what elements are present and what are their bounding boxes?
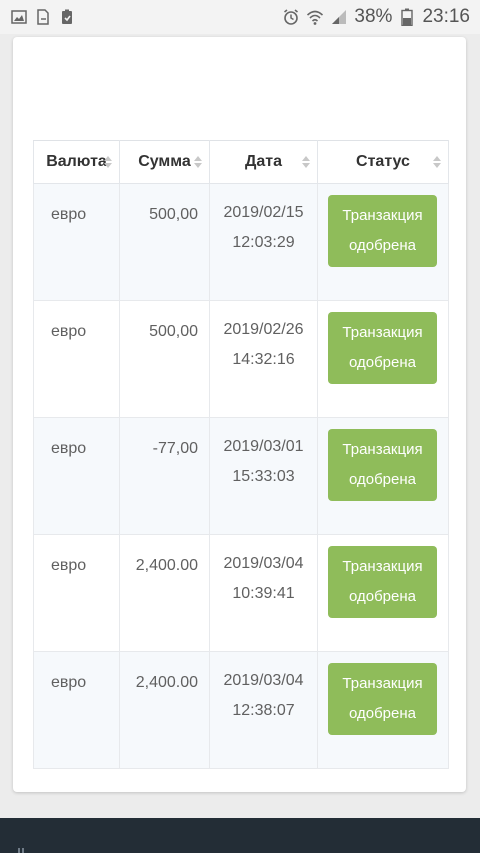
transactions-card: Валюта Сумма Дата Статус евро 500,00 201…: [13, 37, 466, 792]
sort-icon: [194, 156, 202, 168]
column-header-status[interactable]: Статус: [317, 140, 449, 184]
file-icon: [34, 8, 52, 26]
status-badge-line: одобрена: [348, 588, 416, 605]
currency-cell: евро: [33, 651, 120, 769]
time-value: 10:39:41: [232, 585, 295, 602]
currency-cell: евро: [33, 300, 120, 418]
footer-bar: [0, 818, 480, 853]
date-cell: 2019/02/15 12:03:29: [209, 183, 318, 301]
battery-icon: [398, 8, 416, 26]
status-bar: 38% 23:16: [0, 0, 480, 34]
table-row: евро 2,400.00 2019/03/04 10:39:41 Транза…: [33, 534, 449, 652]
status-badge-line: одобрена: [348, 705, 416, 722]
sort-icon: [104, 156, 112, 168]
transactions-table: Валюта Сумма Дата Статус евро 500,00 201…: [33, 140, 449, 769]
time-value: 14:32:16: [232, 351, 295, 368]
time-value: 15:33:03: [232, 468, 295, 485]
status-badge: Транзакция одобрена: [328, 546, 437, 618]
image-icon: [10, 8, 28, 26]
status-badge-line: Транзакция: [342, 558, 423, 575]
currency-cell: евро: [33, 417, 120, 535]
date-value: 2019/02/15: [223, 204, 304, 221]
status-cell: Транзакция одобрена: [317, 300, 449, 418]
system-icons: 38% 23:16: [282, 6, 470, 28]
clock-time: 23:16: [422, 6, 470, 27]
column-header-label: Статус: [356, 153, 410, 170]
status-cell: Транзакция одобрена: [317, 417, 449, 535]
currency-cell: евро: [33, 183, 120, 301]
date-cell: 2019/02/26 14:32:16: [209, 300, 318, 418]
date-cell: 2019/03/04 12:38:07: [209, 651, 318, 769]
amount-cell: -77,00: [119, 417, 210, 535]
table-header-row: Валюта Сумма Дата Статус: [33, 140, 449, 184]
amount-cell: 2,400.00: [119, 651, 210, 769]
status-badge-line: одобрена: [348, 471, 416, 488]
currency-cell: евро: [33, 534, 120, 652]
signal-icon: [330, 8, 348, 26]
column-header-amount[interactable]: Сумма: [119, 140, 210, 184]
amount-cell: 500,00: [119, 183, 210, 301]
status-badge: Транзакция одобрена: [328, 312, 437, 384]
table-row: евро 500,00 2019/02/15 12:03:29 Транзакц…: [33, 183, 449, 301]
table-row: евро 500,00 2019/02/26 14:32:16 Транзакц…: [33, 300, 449, 418]
date-value: 2019/03/04: [223, 555, 304, 572]
amount-cell: 500,00: [119, 300, 210, 418]
wifi-icon: [306, 8, 324, 26]
table-row: евро 2,400.00 2019/03/04 12:38:07 Транза…: [33, 651, 449, 769]
alarm-icon: [282, 8, 300, 26]
status-badge: Транзакция одобрена: [328, 195, 437, 267]
status-badge-line: одобрена: [348, 354, 416, 371]
battery-percent: 38%: [354, 6, 393, 27]
status-badge-line: Транзакция: [342, 675, 423, 692]
status-badge-line: одобрена: [348, 237, 416, 254]
time-value: 12:03:29: [232, 234, 295, 251]
status-cell: Транзакция одобрена: [317, 183, 449, 301]
footer-partial-icon: [18, 848, 24, 853]
status-badge-line: Транзакция: [342, 441, 423, 458]
status-badge: Транзакция одобрена: [328, 429, 437, 501]
date-value: 2019/02/26: [223, 321, 304, 338]
date-cell: 2019/03/04 10:39:41: [209, 534, 318, 652]
column-header-label: Сумма: [138, 153, 191, 170]
date-cell: 2019/03/01 15:33:03: [209, 417, 318, 535]
clipboard-icon: [58, 8, 76, 26]
time-value: 12:38:07: [232, 702, 295, 719]
column-header-date[interactable]: Дата: [209, 140, 318, 184]
sort-icon: [433, 156, 441, 168]
notification-icons: [10, 8, 76, 26]
column-header-currency[interactable]: Валюта: [33, 140, 120, 184]
sort-icon: [302, 156, 310, 168]
column-header-label: Дата: [244, 153, 283, 170]
status-badge: Транзакция одобрена: [328, 663, 437, 735]
table-row: евро -77,00 2019/03/01 15:33:03 Транзакц…: [33, 417, 449, 535]
status-badge-line: Транзакция: [342, 324, 423, 341]
date-value: 2019/03/04: [223, 672, 304, 689]
status-cell: Транзакция одобрена: [317, 534, 449, 652]
status-cell: Транзакция одобрена: [317, 651, 449, 769]
date-value: 2019/03/01: [223, 438, 304, 455]
status-badge-line: Транзакция: [342, 207, 423, 224]
column-header-label: Валюта: [46, 153, 107, 170]
amount-cell: 2,400.00: [119, 534, 210, 652]
